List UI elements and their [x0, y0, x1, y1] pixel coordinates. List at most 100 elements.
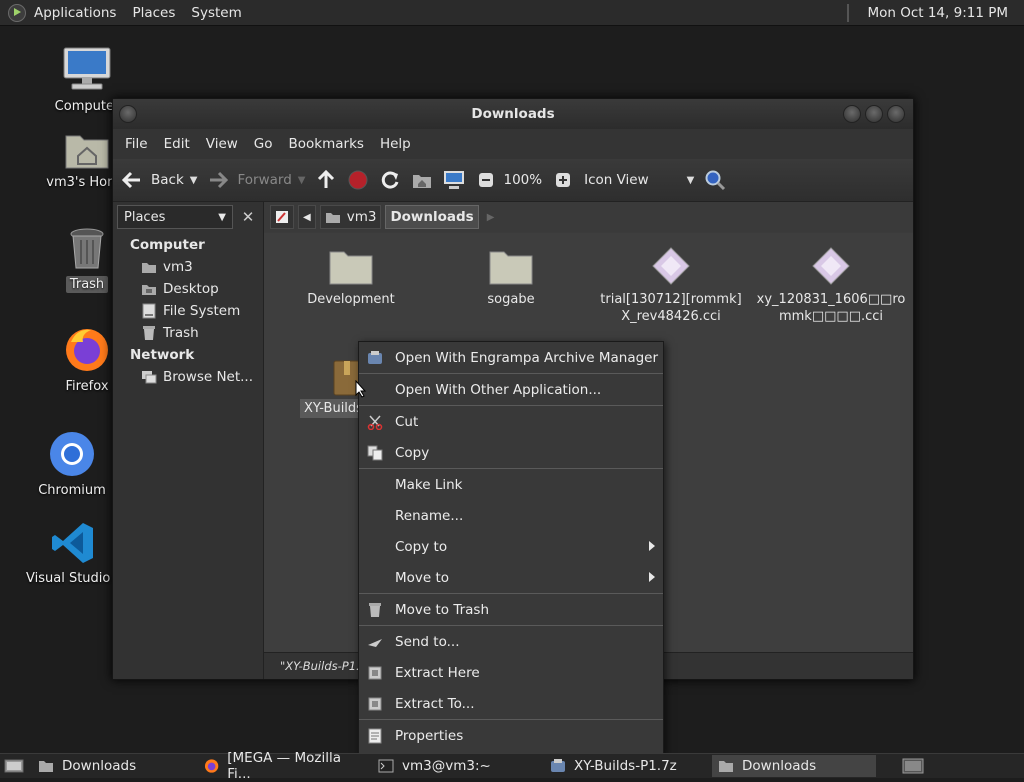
path-button-vm3[interactable]: vm3 — [319, 205, 382, 229]
menu-item-make-link[interactable]: Make Link — [359, 469, 663, 500]
menu-item-extract-here[interactable]: Extract Here — [359, 657, 663, 688]
menu-item-label: Cut — [395, 413, 419, 430]
menu-item-label: Send to... — [395, 633, 460, 650]
sidebar-item-label: vm3 — [163, 259, 193, 275]
taskbar-item-label: vm3@vm3:~ — [402, 758, 491, 774]
close-button[interactable] — [887, 105, 905, 123]
taskbar-item-terminal[interactable]: vm3@vm3:~ — [372, 755, 540, 777]
firefox-icon — [204, 759, 219, 773]
sidebar-item-browse-network[interactable]: Browse Net... — [113, 366, 263, 388]
minimize-button[interactable] — [843, 105, 861, 123]
sidebar-item-trash[interactable]: Trash — [113, 322, 263, 344]
close-sidebar-button[interactable]: ✕ — [237, 206, 259, 228]
show-desktop-button[interactable] — [0, 755, 28, 777]
home-folder-icon — [65, 135, 109, 169]
menu-item-copy[interactable]: Copy — [359, 437, 663, 468]
toggle-location-entry-button[interactable] — [270, 205, 294, 229]
zoom-out-button[interactable]: 100% — [475, 169, 542, 191]
menubar: File Edit View Go Bookmarks Help — [113, 129, 913, 159]
file-item[interactable]: trial[130712][rommk]X_rev48426.cci — [596, 245, 746, 325]
chevron-down-icon: ▼ — [686, 174, 695, 186]
menu-item-copy-to[interactable]: Copy to — [359, 531, 663, 562]
home-button[interactable] — [411, 169, 433, 191]
sidebar-item-vm3[interactable]: vm3 — [113, 256, 263, 278]
chevron-right-icon: ▶ — [486, 211, 495, 223]
search-button[interactable] — [704, 169, 726, 191]
forward-arrow-icon — [207, 169, 229, 191]
menu-item-open-with-engrampa[interactable]: Open With Engrampa Archive Manager — [359, 342, 663, 373]
path-button-downloads[interactable]: Downloads — [385, 205, 479, 229]
places-select[interactable]: Places ▼ — [117, 205, 233, 229]
trash-icon — [141, 325, 157, 341]
desktop-icon-vscode[interactable]: Visual Studio Code — [22, 520, 148, 587]
cci-file-icon — [812, 247, 850, 285]
menu-view[interactable]: View — [198, 136, 246, 152]
clock-area: Mon Oct 14, 9:11 PM — [847, 0, 1016, 25]
desktop-icon-label: Trash — [65, 276, 109, 293]
menu-item-label: Move to — [395, 569, 450, 586]
archive-manager-icon — [368, 350, 382, 364]
toolbar: Back ▼ Forward ▼ 100% Icon View ▼ — [113, 159, 913, 202]
forward-button[interactable]: Forward ▼ — [207, 169, 305, 191]
zoom-level: 100% — [503, 172, 543, 188]
menu-item-label: Open With Engrampa Archive Manager — [395, 349, 659, 366]
network-icon — [141, 369, 157, 385]
menu-item-properties[interactable]: Properties — [359, 720, 663, 751]
edit-icon — [276, 211, 288, 223]
chevron-down-icon[interactable]: ▼ — [298, 175, 306, 186]
back-button[interactable]: Back ▼ — [121, 169, 197, 191]
folder-icon — [719, 761, 733, 772]
menu-item-label: Make Link — [395, 476, 463, 493]
desktop-icon-chromium[interactable]: Chromium — [20, 430, 124, 499]
menu-system[interactable]: System — [183, 5, 249, 21]
menu-places[interactable]: Places — [124, 5, 183, 21]
taskbar-item-downloads-active[interactable]: Downloads — [712, 755, 876, 777]
folder-icon — [489, 251, 533, 285]
menu-item-extract-to[interactable]: Extract To... — [359, 688, 663, 719]
extract-icon — [368, 666, 382, 679]
chevron-down-icon[interactable]: ▼ — [190, 175, 198, 186]
path-scroll-right-button[interactable]: ▶ — [483, 206, 499, 228]
view-mode-select[interactable]: Icon View ▼ — [584, 172, 694, 188]
search-icon — [704, 169, 726, 191]
zoom-in-button[interactable] — [552, 169, 574, 191]
reload-button[interactable] — [379, 169, 401, 191]
window-titlebar[interactable]: Downloads — [113, 99, 913, 129]
file-item[interactable]: xy_120831_1606□□rommk□□□□.cci — [756, 245, 906, 325]
taskbar-item-archive[interactable]: XY-Builds-P1.7z — [544, 755, 708, 777]
menu-edit[interactable]: Edit — [156, 136, 198, 152]
sidebar-item-desktop[interactable]: Desktop — [113, 278, 263, 300]
computer-button[interactable] — [443, 169, 465, 191]
menu-applications[interactable]: Applications — [26, 5, 124, 21]
maximize-button[interactable] — [865, 105, 883, 123]
desktop-icon-label: Chromium — [38, 483, 106, 498]
taskbar-item-firefox[interactable]: [MEGA — Mozilla Fi... — [198, 750, 368, 782]
menu-item-cut[interactable]: Cut — [359, 406, 663, 437]
places-select-value: Places — [124, 209, 166, 225]
file-item[interactable]: Development — [276, 245, 426, 308]
menu-item-move-to[interactable]: Move to — [359, 562, 663, 593]
taskbar-item-downloads[interactable]: Downloads — [32, 755, 194, 777]
file-item[interactable]: sogabe — [436, 245, 586, 308]
menu-file[interactable]: File — [117, 136, 156, 152]
send-icon — [368, 638, 382, 647]
workspace-switcher[interactable] — [896, 755, 930, 777]
file-name: sogabe — [487, 292, 535, 307]
location-bar: ◀ vm3 Downloads ▶ — [264, 202, 913, 232]
back-label: Back — [151, 172, 184, 188]
file-name: XY-Builds-P1.7z — [300, 399, 364, 418]
sidebar-item-file-system[interactable]: File System — [113, 300, 263, 322]
menu-item-move-to-trash[interactable]: Move to Trash — [359, 594, 663, 625]
applications-menu-icon[interactable] — [8, 3, 26, 22]
path-scroll-left-button[interactable]: ◀ — [298, 205, 316, 229]
menu-bookmarks[interactable]: Bookmarks — [281, 136, 372, 152]
menu-item-send-to[interactable]: Send to... — [359, 626, 663, 657]
menu-item-open-with-other[interactable]: Open With Other Application... — [359, 374, 663, 405]
clock[interactable]: Mon Oct 14, 9:11 PM — [859, 5, 1016, 21]
menu-item-rename[interactable]: Rename... — [359, 500, 663, 531]
up-button[interactable] — [315, 169, 337, 191]
file-name: trial[130712][rommk]X_rev48426.cci — [600, 292, 742, 324]
menu-go[interactable]: Go — [246, 136, 281, 152]
menu-help[interactable]: Help — [372, 136, 419, 152]
stop-button[interactable] — [347, 169, 369, 191]
